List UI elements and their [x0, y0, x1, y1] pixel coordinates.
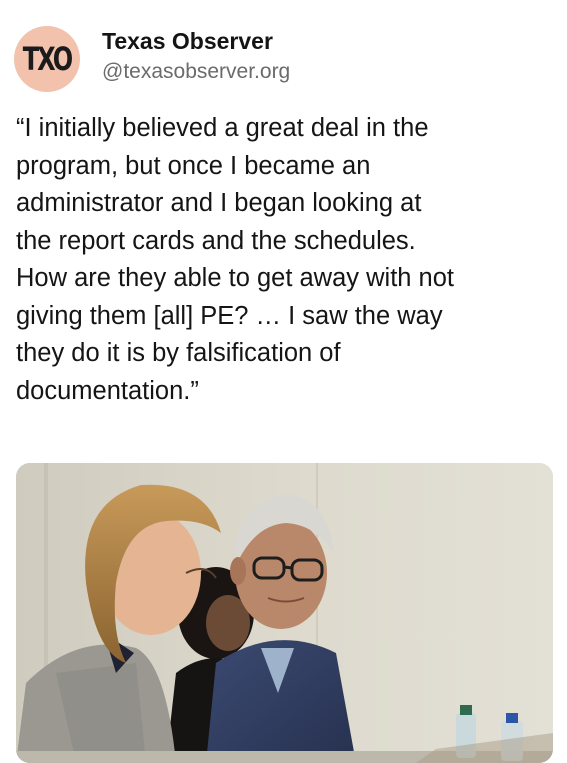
account-handle[interactable]: @texasobserver.org — [102, 57, 290, 87]
post-card: TXO Texas Observer @texasobserver.org “I… — [0, 0, 567, 763]
display-name[interactable]: Texas Observer — [102, 27, 290, 55]
post-image[interactable] — [16, 463, 553, 763]
meeting-photo-icon — [16, 463, 553, 763]
post-header: TXO Texas Observer @texasobserver.org — [14, 26, 554, 92]
avatar[interactable]: TXO — [14, 26, 80, 92]
post-text: “I initially believed a great deal in th… — [16, 114, 454, 405]
avatar-logo-text: TXO — [22, 40, 73, 78]
account-identity: Texas Observer @texasobserver.org — [102, 27, 290, 87]
